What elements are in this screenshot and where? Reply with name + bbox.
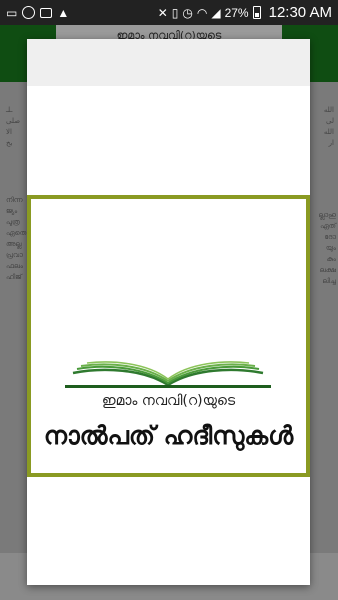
battery-icon [252, 6, 261, 19]
bg-arabic-text-right: الله لى الله ار [323, 106, 334, 147]
message-icon: ▭ [6, 5, 18, 20]
alarm-icon: ◷ [182, 5, 193, 20]
mute-icon: ✕ [157, 5, 168, 20]
warning-icon: ▲ [57, 5, 70, 20]
wifi-icon: ◠ [196, 5, 208, 20]
vibrate-icon: ▯ [171, 5, 179, 20]
open-book-icon [65, 361, 271, 388]
bg-text-right-column: ല്ലാഹു ഏത് ദോ യും കും ലക്ഷ ലിച്ച [318, 211, 336, 285]
image-icon [40, 7, 53, 18]
signal-icon: ◢ [211, 5, 221, 20]
whatsapp-icon [22, 6, 36, 19]
status-bar: ▭ ▲ ✕ ▯ ◷ ◠ ◢ 27% 12:30 AM [0, 0, 338, 25]
dialog-top-bar [27, 39, 310, 86]
splash-dialog[interactable]: ഇമാം നവവി(റ)യുടെ നാൽപത് ഹദീസുകൾ [27, 39, 310, 585]
splash-title: നാൽപത് ഹദീസുകൾ [43, 421, 294, 450]
bg-text-left-column: നിന്ന ജ്യം പുത്ര ഏതെ അല്ല പ്രവാ ഫലം ഹിജ് [6, 196, 27, 281]
notification-icons: ▭ ▲ [6, 6, 69, 19]
battery-percent: 27% [224, 5, 249, 20]
splash-image-frame: ഇമാം നവവി(റ)യുടെ നാൽപത് ഹദീസുകൾ [27, 195, 310, 477]
splash-subtitle: ഇമാം നവവി(റ)യുടെ [101, 393, 236, 409]
clock: 12:30 AM [268, 4, 332, 21]
system-icons: ✕ ▯ ◷ ◠ ◢ 27% 12:30 AM [158, 4, 332, 21]
bg-arabic-text-left: ـلـ صلى الا بخ [6, 106, 21, 147]
